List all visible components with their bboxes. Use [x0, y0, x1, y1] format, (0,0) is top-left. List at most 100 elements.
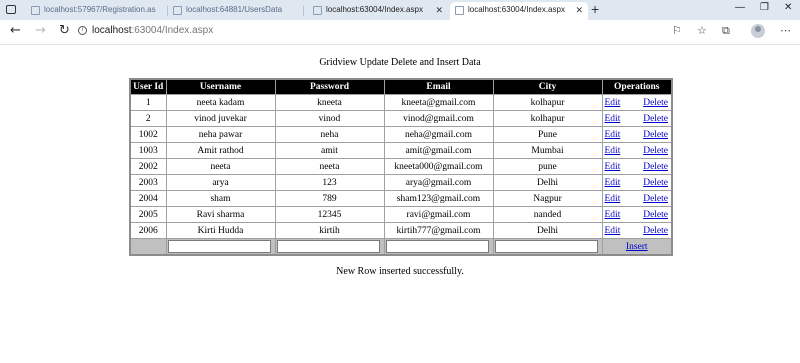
cell-city: kolhapur: [492, 110, 603, 127]
edit-link[interactable]: Edit: [605, 194, 621, 204]
cell-username: neeta kadam: [165, 94, 276, 111]
cell-city: kolhapur: [492, 94, 603, 111]
delete-link[interactable]: Delete: [643, 194, 668, 204]
insert-city-cell: [492, 238, 603, 256]
cell-email: amit@gmail.com: [383, 142, 494, 159]
more-options-icon[interactable]: ⋯: [780, 25, 791, 37]
delete-link[interactable]: Delete: [643, 162, 668, 172]
cell-username: neha pawar: [165, 126, 276, 143]
close-tab-icon[interactable]: ✕: [575, 2, 583, 18]
insert-password-cell: [274, 238, 385, 256]
edit-link[interactable]: Edit: [605, 146, 621, 156]
page-icon: [313, 6, 322, 15]
delete-link[interactable]: Delete: [643, 178, 668, 188]
browser-tab-1[interactable]: localhost:57967/Registration.as: [26, 2, 168, 20]
cell-city: Delhi: [492, 222, 603, 239]
page-title: Gridview Update Delete and Insert Data: [319, 57, 481, 68]
cell-username: Kirti Hudda: [165, 222, 276, 239]
cell-password: 789: [274, 190, 385, 207]
url-host: localhost: [92, 25, 132, 36]
edit-link[interactable]: Edit: [605, 114, 621, 124]
new-tab-icon[interactable]: +: [591, 2, 599, 16]
browser-tab-3[interactable]: localhost:63004/Index.aspx ✕: [308, 2, 448, 20]
cell-email: kneeta@gmail.com: [383, 94, 494, 111]
cell-password: 12345: [274, 206, 385, 223]
profile-avatar[interactable]: [751, 24, 765, 38]
delete-link[interactable]: Delete: [643, 98, 668, 108]
close-window-icon[interactable]: ✕: [784, 2, 792, 13]
edit-link[interactable]: Edit: [605, 226, 621, 236]
insert-link[interactable]: Insert: [626, 242, 648, 252]
address-bar: ← → ↻ i localhost:63004/Index.aspx ⚐ ☆ ⧉…: [0, 20, 800, 45]
cell-username: arya: [165, 174, 276, 191]
table-row: 2004 sham 789 sham123@gmail.com Nagpur E…: [129, 190, 673, 207]
users-gridview: User Id Username Password Email City Ope…: [129, 78, 673, 256]
table-row: 2 vinod juvekar vinod vinod@gmail.com ko…: [129, 110, 673, 127]
delete-link[interactable]: Delete: [643, 146, 668, 156]
tab-label: localhost:64881/UsersData: [186, 5, 283, 14]
site-info-icon[interactable]: i: [78, 26, 87, 35]
page-icon: [173, 6, 182, 15]
cell-username: sham: [165, 190, 276, 207]
cell-email: kneeta000@gmail.com: [383, 158, 494, 175]
edit-link[interactable]: Edit: [605, 98, 621, 108]
cell-username: Ravi sharma: [165, 206, 276, 223]
collections-icon[interactable]: ⧉: [722, 25, 730, 37]
cell-user-id: 2002: [129, 158, 167, 175]
tab-separator: [303, 6, 304, 16]
cell-operations: Edit Delete: [601, 190, 673, 207]
cell-password: amit: [274, 142, 385, 159]
edit-link[interactable]: Edit: [605, 162, 621, 172]
cell-city: pune: [492, 158, 603, 175]
cell-operations: Edit Delete: [601, 158, 673, 175]
username-input[interactable]: [167, 240, 271, 253]
page-icon: [455, 6, 464, 15]
edit-link[interactable]: Edit: [605, 178, 621, 188]
url-field[interactable]: localhost:63004/Index.aspx: [92, 25, 213, 36]
city-input[interactable]: [494, 240, 598, 253]
cell-password: neha: [274, 126, 385, 143]
cell-operations: Edit Delete: [601, 222, 673, 239]
close-tab-icon[interactable]: ✕: [435, 2, 443, 18]
cell-email: sham123@gmail.com: [383, 190, 494, 207]
forward-icon[interactable]: →: [35, 24, 46, 38]
cell-operations: Edit Delete: [601, 126, 673, 143]
refresh-icon[interactable]: ↻: [59, 24, 70, 38]
cell-user-id: 2: [129, 110, 167, 127]
workspaces-icon[interactable]: [6, 5, 16, 14]
header-username: Username: [165, 78, 276, 95]
browser-tab-2[interactable]: localhost:64881/UsersData: [168, 2, 304, 20]
page-icon: [31, 6, 40, 15]
browser-tab-4[interactable]: localhost:63004/Index.aspx ✕: [450, 2, 588, 20]
email-input[interactable]: [385, 240, 489, 253]
restore-icon[interactable]: ❐: [760, 2, 769, 13]
delete-link[interactable]: Delete: [643, 114, 668, 124]
table-row: 1 neeta kadam kneeta kneeta@gmail.com ko…: [129, 94, 673, 111]
cell-operations: Edit Delete: [601, 94, 673, 111]
cell-email: arya@gmail.com: [383, 174, 494, 191]
cell-city: Pune: [492, 126, 603, 143]
grid-header-row: User Id Username Password Email City Ope…: [129, 78, 673, 95]
tab-label: localhost:63004/Index.aspx: [326, 5, 423, 14]
cell-user-id: 2004: [129, 190, 167, 207]
cell-city: Mumbai: [492, 142, 603, 159]
table-row: 1002 neha pawar neha neha@gmail.com Pune…: [129, 126, 673, 143]
back-icon[interactable]: ←: [10, 24, 21, 38]
header-city: City: [492, 78, 603, 95]
favorites-icon[interactable]: ☆: [697, 25, 707, 37]
minimize-icon[interactable]: —: [735, 2, 745, 13]
edit-link[interactable]: Edit: [605, 130, 621, 140]
header-operations: Operations: [601, 78, 673, 95]
cell-password: 123: [274, 174, 385, 191]
delete-link[interactable]: Delete: [643, 130, 668, 140]
insert-id-cell: [129, 238, 167, 256]
status-message: New Row inserted successfully.: [336, 266, 464, 277]
read-aloud-icon[interactable]: ⚐: [672, 25, 682, 37]
delete-link[interactable]: Delete: [643, 226, 668, 236]
delete-link[interactable]: Delete: [643, 210, 668, 220]
password-input[interactable]: [276, 240, 380, 253]
cell-operations: Edit Delete: [601, 142, 673, 159]
insert-operations-cell: Insert: [601, 238, 673, 256]
edit-link[interactable]: Edit: [605, 210, 621, 220]
cell-city: Nagpur: [492, 190, 603, 207]
